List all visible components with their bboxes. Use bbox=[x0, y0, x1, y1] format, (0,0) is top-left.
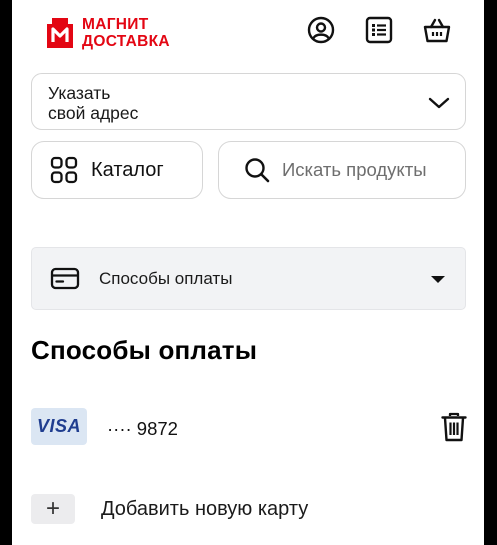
magnit-logo-icon bbox=[47, 18, 73, 48]
visa-logo-text: VISA bbox=[36, 416, 81, 436]
card-number: ···· 9872 bbox=[107, 418, 178, 439]
orders-list-icon bbox=[365, 16, 393, 44]
cart-icon bbox=[423, 18, 451, 43]
delete-card-button[interactable] bbox=[438, 410, 470, 444]
page: МАГНИТ ДОСТАВКА Указать свой адрес Катал… bbox=[12, 0, 484, 545]
logo-line-2: ДОСТАВКА bbox=[82, 33, 170, 50]
address-selector[interactable]: Указать свой адрес bbox=[31, 73, 466, 130]
right-edge-bar bbox=[484, 0, 497, 545]
credit-card-icon bbox=[50, 267, 80, 289]
caret-down-icon bbox=[431, 276, 445, 283]
chevron-down-icon bbox=[428, 97, 450, 109]
add-card-label: Добавить новую карту bbox=[101, 497, 309, 520]
section-dropdown-label: Способы оплаты bbox=[99, 268, 233, 288]
address-line-1: Указать bbox=[48, 83, 111, 103]
trash-icon bbox=[441, 412, 467, 442]
orders-button[interactable] bbox=[364, 15, 394, 45]
profile-icon bbox=[307, 16, 335, 44]
cart-button[interactable] bbox=[422, 15, 452, 45]
logo-line-1: МАГНИТ bbox=[82, 16, 149, 33]
profile-button[interactable] bbox=[306, 15, 336, 45]
visa-logo: VISA bbox=[31, 408, 87, 445]
left-edge-bar bbox=[0, 0, 12, 545]
grid-icon bbox=[50, 156, 78, 184]
section-dropdown[interactable]: Способы оплаты bbox=[31, 247, 466, 310]
logo-text: МАГНИТ ДОСТАВКА bbox=[82, 16, 170, 50]
search-input[interactable] bbox=[282, 159, 452, 181]
catalog-label: Каталог bbox=[91, 158, 164, 181]
magnit-logo[interactable]: МАГНИТ ДОСТАВКА bbox=[44, 15, 170, 51]
page-title: Способы оплаты bbox=[31, 335, 258, 365]
search-box[interactable] bbox=[218, 141, 466, 199]
address-label: Указать свой адрес bbox=[48, 83, 139, 123]
search-icon bbox=[245, 158, 270, 183]
add-card-button[interactable]: + Добавить новую карту bbox=[31, 490, 451, 528]
address-line-2: свой адрес bbox=[48, 102, 139, 123]
plus-icon: + bbox=[31, 494, 75, 524]
catalog-button[interactable]: Каталог bbox=[31, 141, 203, 199]
